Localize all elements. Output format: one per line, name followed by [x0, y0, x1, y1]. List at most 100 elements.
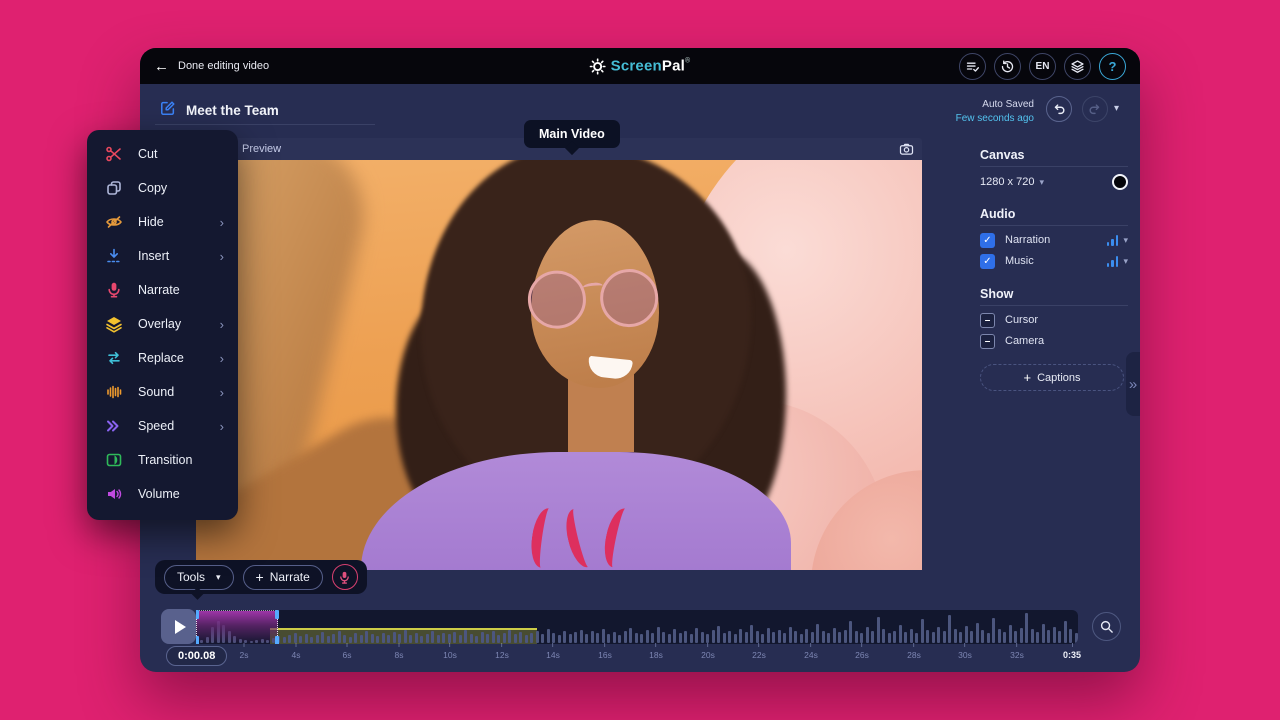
layers-icon[interactable] — [1064, 53, 1091, 80]
waveform-bar — [1042, 624, 1045, 643]
waveform-bar — [486, 634, 489, 643]
waveform-bar — [899, 625, 902, 643]
screenshot-camera-icon[interactable] — [899, 142, 914, 157]
checkbox-indeterminate[interactable]: – — [980, 334, 995, 349]
timeline-tick: 12s — [495, 643, 509, 660]
waveform-bar — [629, 628, 632, 643]
waveform-bar — [624, 631, 627, 643]
selection-handle[interactable] — [196, 636, 199, 644]
waveform-bar — [338, 631, 341, 643]
show-item-cursor: –Cursor — [980, 312, 1128, 328]
menu-item-replace[interactable]: Replace› — [87, 341, 238, 375]
menu-item-cut[interactable]: Cut — [87, 137, 238, 171]
add-captions-button[interactable]: + Captions — [980, 364, 1124, 391]
waveform-bar — [1014, 631, 1017, 643]
waveform-bar — [415, 633, 418, 643]
menu-item-volume[interactable]: Volume — [87, 477, 238, 511]
menu-item-sound[interactable]: Sound› — [87, 375, 238, 409]
timeline-tick: 18s — [649, 643, 663, 660]
microphone-icon — [105, 281, 125, 299]
timeline-tick: 16s — [598, 643, 612, 660]
help-button[interactable]: ? — [1099, 53, 1126, 80]
waveform-bar — [574, 632, 577, 643]
selection-handle[interactable] — [275, 636, 279, 644]
playlist-check-icon[interactable] — [959, 53, 986, 80]
timeline-tick: 22s — [752, 643, 766, 660]
submenu-chevron-icon: › — [220, 317, 224, 332]
menu-item-overlay[interactable]: Overlay› — [87, 307, 238, 341]
canvas-size-dropdown[interactable]: 1280 x 720 — [980, 176, 1034, 188]
video-title[interactable]: Meet the Team — [186, 103, 279, 118]
waveform-bar — [822, 631, 825, 643]
topbar-icon-group: EN? — [959, 53, 1126, 80]
canvas-background-color-button[interactable] — [1112, 174, 1128, 190]
history-icon[interactable] — [994, 53, 1021, 80]
waveform-bar — [563, 631, 566, 643]
submenu-chevron-icon: › — [220, 351, 224, 366]
transition-icon — [105, 451, 125, 469]
layers-icon — [105, 315, 125, 333]
waveform-bar — [547, 629, 550, 643]
waveform-bar — [794, 631, 797, 643]
tools-dropdown-button[interactable]: Tools ▾ — [164, 565, 234, 590]
done-editing-button[interactable]: ← Done editing video — [154, 59, 269, 74]
record-mic-button[interactable] — [332, 564, 358, 590]
timeline-tick: 2s — [240, 643, 249, 660]
waveform-bar — [756, 631, 759, 643]
waveform-bar — [404, 630, 407, 643]
checkbox-checked[interactable]: ✓ — [980, 233, 995, 248]
waveform-bar — [965, 626, 968, 643]
waveform-bar — [596, 633, 599, 643]
waveform-bar — [508, 630, 511, 643]
timeline-tick: 24s — [804, 643, 818, 660]
volume-bars-icon[interactable] — [1107, 235, 1119, 246]
menu-item-transition[interactable]: Transition — [87, 443, 238, 477]
swap-icon — [105, 349, 125, 367]
waveform-bar — [646, 630, 649, 643]
narrate-label: Narrate — [270, 570, 310, 584]
waveform-bar — [354, 633, 357, 643]
chevron-down-icon[interactable]: ▾ — [1039, 177, 1044, 188]
undo-button[interactable] — [1046, 96, 1072, 122]
timeline-waveform[interactable] — [196, 610, 1078, 644]
video-preview[interactable] — [196, 160, 922, 570]
checkbox-checked[interactable]: ✓ — [980, 254, 995, 269]
menu-item-speed[interactable]: Speed› — [87, 409, 238, 443]
menu-item-insert[interactable]: Insert› — [87, 239, 238, 273]
selection-handle[interactable] — [275, 610, 279, 619]
volume-bars-icon[interactable] — [1107, 256, 1119, 267]
waveform-bar — [585, 634, 588, 643]
checkbox-indeterminate[interactable]: – — [980, 313, 995, 328]
menu-item-narrate[interactable]: Narrate — [87, 273, 238, 307]
narrate-button[interactable]: + Narrate — [243, 565, 323, 590]
waveform-bar — [745, 632, 748, 643]
chevron-down-icon[interactable]: ▾ — [1123, 256, 1128, 267]
waveform-bar — [349, 637, 352, 643]
tools-toolbar: Tools ▾ + Narrate — [155, 560, 367, 594]
waveform-bar — [717, 626, 720, 643]
play-button[interactable] — [161, 609, 196, 644]
waveform-bar — [838, 632, 841, 643]
menu-item-copy[interactable]: Copy — [87, 171, 238, 205]
rename-icon[interactable] — [160, 100, 176, 121]
panel-expand-chevron[interactable]: » — [1126, 352, 1140, 416]
redo-button[interactable] — [1082, 96, 1108, 122]
logo-pal-text: Pal — [662, 58, 685, 75]
waveform-bar — [778, 630, 781, 643]
chevron-down-icon[interactable]: ▾ — [1123, 235, 1128, 246]
waveform-bar — [662, 632, 665, 643]
track-label: Narration — [1005, 234, 1050, 246]
waveform-bar — [871, 631, 874, 643]
timeline-tick: 28s — [907, 643, 921, 660]
waveform-bar — [789, 627, 792, 643]
history-caret-icon[interactable]: ▾ — [1114, 103, 1119, 114]
selection-handle[interactable] — [196, 610, 199, 619]
waveform-bar — [723, 633, 726, 643]
audio-section-title: Audio — [980, 207, 1015, 221]
timeline-selection[interactable] — [196, 610, 278, 644]
timeline-zoom-button[interactable] — [1092, 612, 1121, 641]
menu-item-hide[interactable]: Hide› — [87, 205, 238, 239]
waveform-bar — [739, 629, 742, 643]
waveform-bar — [992, 618, 995, 643]
language-button[interactable]: EN — [1029, 53, 1056, 80]
